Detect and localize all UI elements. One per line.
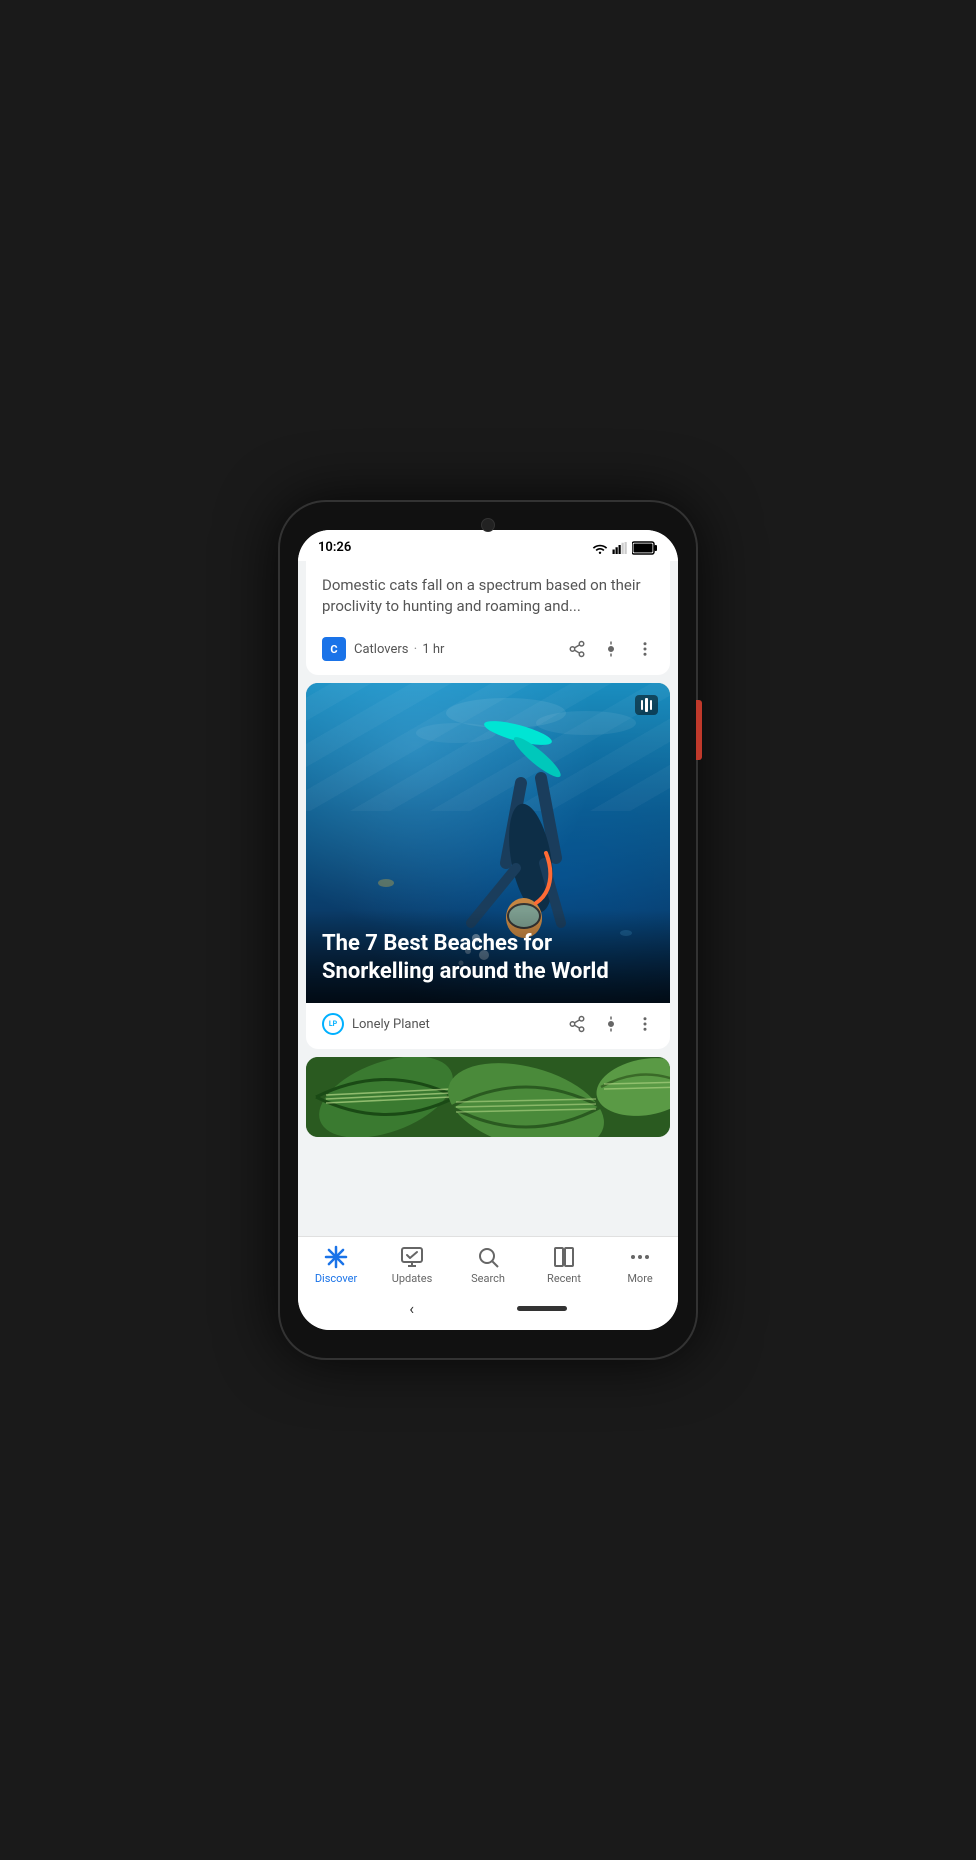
- footer-actions: [568, 640, 654, 658]
- more-label: More: [627, 1272, 652, 1285]
- nav-search[interactable]: Search: [450, 1245, 526, 1285]
- lp-interest-button[interactable]: [602, 1015, 620, 1033]
- badge-bar-3: [650, 700, 652, 710]
- snorkelling-card[interactable]: The 7 Best Beaches for Snorkelling aroun…: [306, 683, 670, 1049]
- status-icons: [592, 541, 658, 555]
- nav-recent[interactable]: Recent: [526, 1245, 602, 1285]
- lp-source-name: Lonely Planet: [352, 1017, 560, 1032]
- lp-share-button[interactable]: [568, 1015, 586, 1033]
- catlovers-logo: C: [322, 637, 346, 661]
- article-image: The 7 Best Beaches for Snorkelling aroun…: [306, 683, 670, 1003]
- phone-device: 10:26: [278, 500, 698, 1360]
- battery-icon: [632, 541, 658, 555]
- nav-discover[interactable]: Discover: [298, 1245, 374, 1285]
- phone-camera: [481, 518, 495, 532]
- system-nav: ‹: [298, 1291, 678, 1330]
- nav-more[interactable]: More: [602, 1245, 678, 1285]
- status-bar: 10:26: [298, 530, 678, 561]
- content-scroll: Domestic cats fall on a spectrum based o…: [298, 561, 678, 1236]
- lp-footer-actions: [568, 1015, 654, 1033]
- image-text-overlay: The 7 Best Beaches for Snorkelling aroun…: [306, 910, 670, 1003]
- badge-bar-1: [641, 700, 643, 710]
- lp-more-button[interactable]: [636, 1015, 654, 1033]
- nav-updates[interactable]: Updates: [374, 1245, 450, 1285]
- logo-text: C: [330, 643, 337, 656]
- card-text-area: Domestic cats fall on a spectrum based o…: [306, 561, 670, 627]
- badge-bar-2: [645, 698, 648, 712]
- back-button[interactable]: ‹: [409, 1299, 414, 1318]
- home-pill[interactable]: [517, 1306, 567, 1311]
- card-footer: C Catlovers · 1 hr: [306, 627, 670, 675]
- lp-logo-text: LP: [329, 1020, 337, 1028]
- card-description: Domestic cats fall on a spectrum based o…: [322, 575, 654, 617]
- discover-icon: [324, 1245, 348, 1269]
- updates-icon: [400, 1245, 424, 1269]
- more-nav-icon: [628, 1245, 652, 1269]
- recent-icon: [552, 1245, 576, 1269]
- partial-image: [306, 1057, 670, 1137]
- source-info: Catlovers · 1 hr: [354, 642, 560, 657]
- volume-button: [696, 700, 702, 760]
- status-time: 10:26: [318, 540, 351, 555]
- bottom-nav: Discover Updates: [298, 1236, 678, 1291]
- lonely-planet-logo: LP: [322, 1013, 344, 1035]
- phone-screen: 10:26: [298, 530, 678, 1330]
- recent-label: Recent: [547, 1272, 581, 1285]
- updates-label: Updates: [392, 1272, 433, 1285]
- discover-label: Discover: [315, 1272, 357, 1285]
- signal-icon: [612, 542, 628, 554]
- article-title: The 7 Best Beaches for Snorkelling aroun…: [322, 930, 654, 987]
- more-button[interactable]: [636, 640, 654, 658]
- catlovers-card: Domestic cats fall on a spectrum based o…: [306, 561, 670, 675]
- search-label: Search: [471, 1272, 505, 1285]
- interest-button[interactable]: [602, 640, 620, 658]
- wifi-icon: [592, 542, 608, 554]
- lp-card-footer: LP Lonely Planet: [306, 1003, 670, 1049]
- search-icon: [476, 1245, 500, 1269]
- partial-card[interactable]: [306, 1057, 670, 1137]
- share-button[interactable]: [568, 640, 586, 658]
- image-badge: [635, 695, 658, 715]
